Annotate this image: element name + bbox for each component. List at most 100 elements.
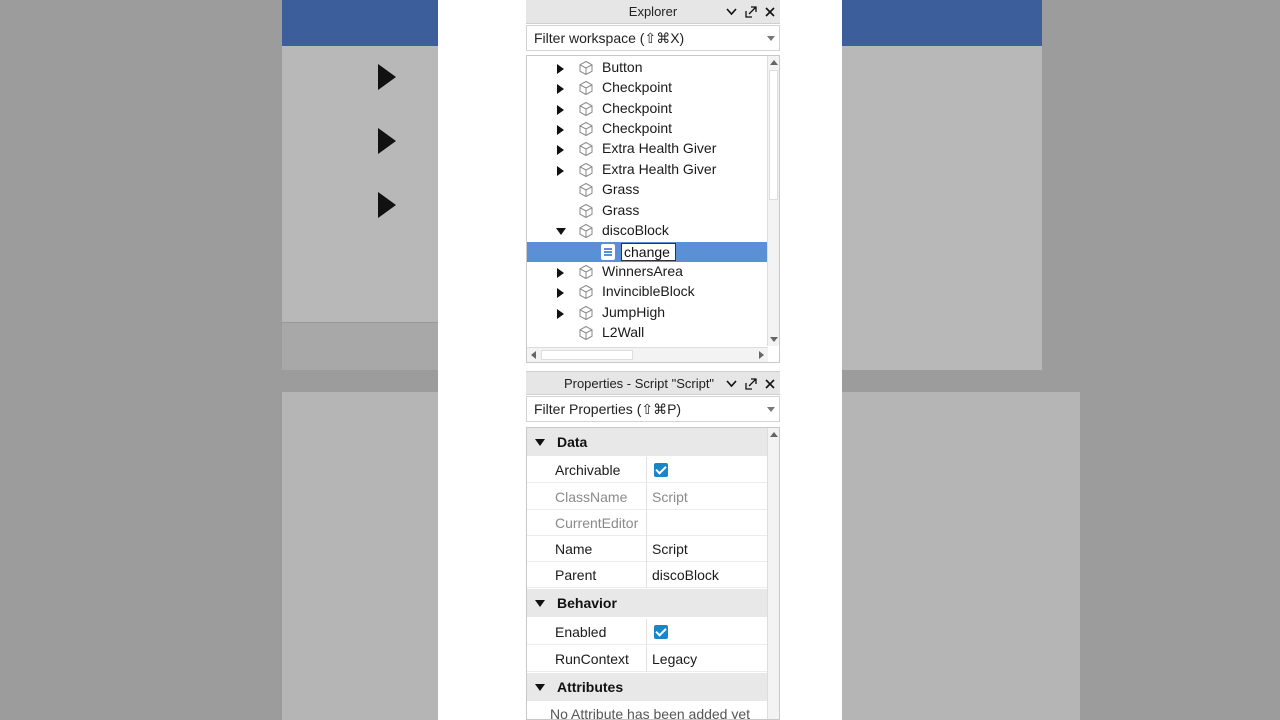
tree-item-label: Extra Health Giver bbox=[602, 140, 717, 156]
property-archivable[interactable]: Archivable bbox=[527, 457, 768, 483]
part-cube-icon bbox=[579, 325, 593, 341]
scroll-thumb[interactable] bbox=[769, 70, 778, 200]
tree-item-label: Checkpoint bbox=[602, 120, 673, 136]
part-cube-icon bbox=[579, 284, 593, 300]
property-name: Parent bbox=[555, 567, 597, 583]
property-value: Script bbox=[652, 489, 688, 505]
scroll-right-icon[interactable] bbox=[759, 351, 764, 359]
undock-icon[interactable] bbox=[744, 378, 757, 391]
scroll-up-icon[interactable] bbox=[770, 60, 778, 65]
property-value[interactable]: Legacy bbox=[652, 651, 697, 667]
archivable-checkbox[interactable] bbox=[654, 463, 668, 477]
property-parent[interactable]: Parent discoBlock bbox=[527, 562, 768, 588]
tree-item-checkpoint[interactable]: Checkpoint bbox=[527, 78, 768, 98]
close-icon[interactable] bbox=[763, 378, 776, 391]
property-value[interactable]: discoBlock bbox=[652, 567, 719, 583]
studio-panels: Explorer Filter workspace (⇧⌘X) Button C… bbox=[526, 0, 780, 720]
tree-item-grass[interactable]: Grass bbox=[527, 180, 768, 200]
explorer-tree[interactable]: Button Checkpoint Checkpoint Checkpoint bbox=[526, 55, 780, 363]
background-selection-bar-right bbox=[842, 0, 1042, 46]
chevron-down-icon[interactable] bbox=[725, 6, 738, 19]
expand-arrow-icon[interactable] bbox=[557, 288, 564, 298]
expand-arrow-icon[interactable] bbox=[557, 166, 564, 176]
background-explorer-panel bbox=[282, 0, 438, 370]
tree-item-discoblock[interactable]: discoBlock bbox=[527, 221, 768, 241]
undock-icon[interactable] bbox=[744, 6, 757, 19]
property-name: Archivable bbox=[555, 462, 621, 478]
property-name: Name bbox=[555, 541, 593, 557]
collapse-arrow-icon[interactable] bbox=[556, 228, 566, 235]
tree-item-grass[interactable]: Grass bbox=[527, 201, 768, 221]
tree-item-label: Button bbox=[602, 59, 643, 75]
collapse-arrow-icon[interactable] bbox=[535, 439, 545, 446]
property-currenteditor: CurrentEditor bbox=[527, 510, 768, 536]
property-name: CurrentEditor bbox=[555, 515, 639, 531]
property-name: RunContext bbox=[555, 651, 629, 667]
properties-vertical-scrollbar[interactable] bbox=[767, 428, 779, 719]
scroll-thumb[interactable] bbox=[541, 350, 633, 360]
tree-item-label: InvincibleBlock bbox=[602, 283, 695, 299]
chevron-down-icon[interactable] bbox=[725, 378, 738, 391]
property-enabled[interactable]: Enabled bbox=[527, 619, 768, 645]
tree-item-invincibleblock[interactable]: InvincibleBlock bbox=[527, 282, 768, 302]
scroll-left-icon[interactable] bbox=[531, 351, 536, 359]
property-classname: ClassName Script bbox=[527, 484, 768, 510]
category-data[interactable]: Data bbox=[527, 428, 768, 456]
property-name-row[interactable]: Name Script bbox=[527, 536, 768, 562]
close-icon[interactable] bbox=[763, 6, 776, 19]
scroll-up-icon[interactable] bbox=[770, 432, 778, 437]
script-icon bbox=[601, 244, 615, 260]
expand-arrow-icon[interactable] bbox=[557, 145, 564, 155]
tree-item-jumphigh[interactable]: JumpHigh bbox=[527, 303, 768, 323]
part-cube-icon bbox=[579, 162, 593, 178]
expand-arrow-icon[interactable] bbox=[557, 105, 564, 115]
explorer-filter-placeholder: Filter workspace (⇧⌘X) bbox=[534, 29, 685, 46]
video-frame: Explorer Filter workspace (⇧⌘X) Button C… bbox=[0, 0, 1280, 720]
tree-item-label: L2Wall bbox=[602, 324, 645, 340]
scroll-down-icon[interactable] bbox=[770, 337, 778, 342]
dropdown-icon[interactable] bbox=[767, 36, 775, 41]
tree-item-checkpoint[interactable]: Checkpoint bbox=[527, 99, 768, 119]
explorer-title: Explorer bbox=[628, 4, 678, 19]
enabled-checkbox[interactable] bbox=[654, 625, 668, 639]
tree-item-label: Extra Health Giver bbox=[602, 161, 717, 177]
properties-filter-placeholder: Filter Properties (⇧⌘P) bbox=[534, 400, 682, 417]
tree-item-winnersarea[interactable]: WinnersArea bbox=[527, 262, 768, 282]
category-behavior[interactable]: Behavior bbox=[527, 589, 768, 617]
tree-item-label: discoBlock bbox=[602, 222, 669, 238]
tree-item-label: Grass bbox=[602, 181, 640, 197]
tree-item-extra-health-giver[interactable]: Extra Health Giver bbox=[527, 139, 768, 159]
no-attributes-message: No Attribute has been added yet bbox=[550, 706, 751, 720]
category-attributes[interactable]: Attributes bbox=[527, 673, 768, 701]
category-label: Attributes bbox=[557, 679, 624, 695]
background-scrollbar bbox=[282, 322, 438, 370]
background-arrow-icon bbox=[378, 128, 396, 154]
explorer-horizontal-scrollbar[interactable] bbox=[527, 347, 768, 362]
property-name: Enabled bbox=[555, 624, 607, 640]
property-name: ClassName bbox=[555, 489, 628, 505]
expand-arrow-icon[interactable] bbox=[557, 64, 564, 74]
properties-header: Properties - Script "Script" bbox=[526, 371, 780, 395]
expand-arrow-icon[interactable] bbox=[557, 309, 564, 319]
expand-arrow-icon[interactable] bbox=[557, 125, 564, 135]
explorer-filter-input[interactable]: Filter workspace (⇧⌘X) bbox=[526, 25, 780, 51]
collapse-arrow-icon[interactable] bbox=[535, 684, 545, 691]
background-properties-panel-right bbox=[842, 392, 1080, 720]
rename-input[interactable]: change bbox=[621, 243, 676, 261]
tree-item-button[interactable]: Button bbox=[527, 58, 768, 78]
tree-item-l2wall[interactable]: L2Wall bbox=[527, 323, 768, 343]
expand-arrow-icon[interactable] bbox=[557, 84, 564, 94]
tree-item-checkpoint[interactable]: Checkpoint bbox=[527, 119, 768, 139]
tree-item-extra-health-giver[interactable]: Extra Health Giver bbox=[527, 160, 768, 180]
property-runcontext[interactable]: RunContext Legacy bbox=[527, 646, 768, 672]
properties-filter-input[interactable]: Filter Properties (⇧⌘P) bbox=[526, 396, 780, 422]
tree-item-script-selected[interactable]: change bbox=[527, 242, 768, 262]
dropdown-icon[interactable] bbox=[767, 407, 775, 412]
background-arrow-icon bbox=[378, 192, 396, 218]
explorer-vertical-scrollbar[interactable] bbox=[767, 56, 779, 346]
property-value[interactable]: Script bbox=[652, 541, 688, 557]
collapse-arrow-icon[interactable] bbox=[535, 600, 545, 607]
part-cube-icon bbox=[579, 121, 593, 137]
expand-arrow-icon[interactable] bbox=[557, 268, 564, 278]
background-arrow-icon bbox=[378, 64, 396, 90]
